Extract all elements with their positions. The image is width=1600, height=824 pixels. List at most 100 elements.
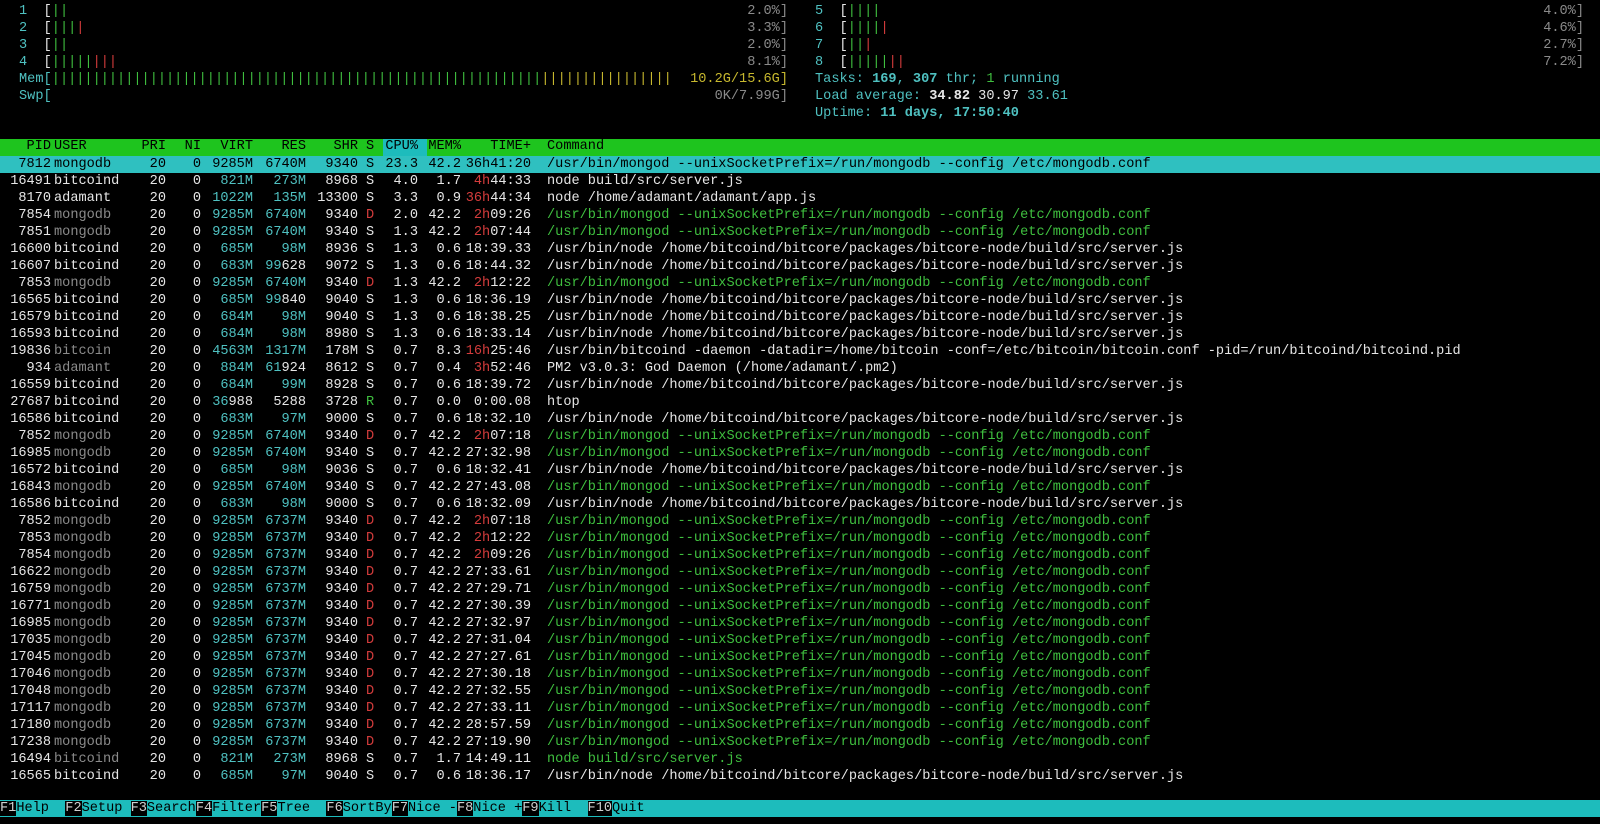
process-row[interactable]: 17048 mongodb 20 0 9285M 6737M 9340 D 0.7 42.2 27:…	[0, 683, 1600, 700]
process-row[interactable]: 16586 bitcoind 20 0 683M 98M 9000 S 0.7 0.6 18:32.…	[0, 496, 1600, 513]
mem-bar-used: ||||||||||||||||||||||||||||||||||||||||…	[51, 72, 542, 87]
header-col-user[interactable]: USER	[54, 139, 87, 154]
process-ni: 0	[192, 259, 201, 274]
process-shr: 9040	[325, 293, 358, 308]
process-row[interactable]: 16843 mongodb 20 0 9285M 6740M 9340 S 0.7 42.2 27:…	[0, 479, 1600, 496]
process-row[interactable]: 16491 bitcoind 20 0 821M 273M 8968 S 4.0 1.7 4h44:…	[0, 173, 1600, 190]
fkey-f8[interactable]: F8	[456, 801, 474, 816]
mem-label: Mem[	[19, 72, 52, 87]
process-row[interactable]: 7854 mongodb 20 0 9285M 6737M 9340 D 0.7 42.2 2h09…	[0, 547, 1600, 564]
uptime: Uptime: 11 days, 17:50:40	[815, 105, 1019, 122]
process-row[interactable]: 16607 bitcoind 20 0 683M 99628 9072 S 1.3 0.6 18:4…	[0, 258, 1600, 275]
process-shr: 9340	[325, 429, 358, 444]
process-row[interactable]: 17117 mongodb 20 0 9285M 6737M 9340 D 0.7 42.2 27:…	[0, 700, 1600, 717]
process-command: node build/src/server.js	[547, 174, 743, 189]
header-col-virt[interactable]: VIRT	[220, 139, 253, 154]
fkey-f10[interactable]: F10	[587, 801, 613, 816]
fkey-label-setup[interactable]: Setup	[82, 801, 131, 816]
process-pid: 7854	[18, 208, 51, 223]
process-row[interactable]: 7851 mongodb 20 0 9285M 6740M 9340 S 1.3 42.2 2h07…	[0, 224, 1600, 241]
fkey-f1[interactable]: F1	[0, 801, 17, 816]
header-col-ni[interactable]: NI	[185, 139, 201, 154]
process-shr: 9340	[325, 514, 358, 529]
process-row[interactable]: 17035 mongodb 20 0 9285M 6737M 9340 D 0.7 42.2 27:…	[0, 632, 1600, 649]
process-row[interactable]: 16565 bitcoind 20 0 685M 99840 9040 S 1.3 0.6 18:3…	[0, 292, 1600, 309]
process-virt: 9285M	[212, 514, 253, 529]
process-row[interactable]: 16985 mongodb 20 0 9285M 6740M 9340 S 0.7 42.2 27:…	[0, 445, 1600, 462]
process-time: 27:43.08	[465, 480, 531, 495]
fkey-label-help[interactable]: Help	[16, 801, 65, 816]
cpu-percent: 8.1%]	[747, 55, 788, 70]
process-row[interactable]: 16600 bitcoind 20 0 685M 98M 8936 S 1.3 0.6 18:39.…	[0, 241, 1600, 258]
process-row[interactable]: 16559 bitcoind 20 0 684M 99M 8928 S 0.7 0.6 18:39.…	[0, 377, 1600, 394]
fkey-label-quit[interactable]: Quit	[612, 801, 645, 816]
time-hours: 36h	[465, 191, 491, 206]
process-mem: 0.6	[436, 327, 461, 342]
function-key-bar: F1Help F2Setup F3SearchF4FilterF5Tree F6…	[0, 800, 1600, 817]
process-cpu: 23.3	[385, 157, 418, 172]
fkey-f9[interactable]: F9	[522, 801, 539, 816]
process-shr: 9340	[325, 531, 358, 546]
fkey-f6[interactable]: F6	[326, 801, 343, 816]
process-pri: 20	[149, 667, 166, 682]
process-row[interactable]: 16985 mongodb 20 0 9285M 6737M 9340 D 0.7 42.2 27:…	[0, 615, 1600, 632]
process-state: S	[366, 463, 375, 478]
fkey-label-kill[interactable]: Kill	[539, 801, 588, 816]
process-row[interactable]: 16572 bitcoind 20 0 685M 98M 9036 S 0.7 0.6 18:32.…	[0, 462, 1600, 479]
process-row[interactable]: 16593 bitcoind 20 0 684M 98M 8980 S 1.3 0.6 18:33.…	[0, 326, 1600, 343]
fkey-label-tree[interactable]: Tree	[277, 801, 326, 816]
header-col-state[interactable]: S	[366, 139, 374, 154]
fkey-label-nice-[interactable]: Nice -	[408, 801, 457, 816]
process-row[interactable]: 7852 mongodb 20 0 9285M 6737M 9340 D 0.7 42.2 2h07…	[0, 513, 1600, 530]
process-row[interactable]: 16579 bitcoind 20 0 684M 98M 9040 S 1.3 0.6 18:38.…	[0, 309, 1600, 326]
header-col-command[interactable]: Command	[547, 139, 604, 154]
process-row[interactable]: 16759 mongodb 20 0 9285M 6737M 9340 D 0.7 42.2 27:…	[0, 581, 1600, 598]
process-row[interactable]: 934 adamant 20 0 884M 61924 8612 S 0.7 0.4 3h52:46…	[0, 360, 1600, 377]
fkey-label-filter[interactable]: Filter	[212, 801, 261, 816]
header-col-pri[interactable]: PRI	[142, 139, 166, 154]
process-row[interactable]: 7853 mongodb 20 0 9285M 6740M 9340 D 1.3 42.2 2h12…	[0, 275, 1600, 292]
process-mem: 42.2	[428, 667, 461, 682]
fkey-f3[interactable]: F3	[130, 801, 147, 816]
process-row[interactable]: 8170 adamant 20 0 1022M 135M 13300 S 3.3 0.9 36h44…	[0, 190, 1600, 207]
process-ni: 0	[192, 446, 201, 461]
process-row[interactable]: 16565 bitcoind 20 0 685M 97M 9040 S 0.7 0.6 18:36.…	[0, 768, 1600, 785]
process-row[interactable]: 7812 mongodb 20 0 9285M 6740M 9340 S 23.3 42.2 36h…	[0, 156, 1600, 173]
process-table-header[interactable]: PID USER PRI NI VIRT RES SHR S CPU% MEM% TIME+ Comm…	[0, 139, 1600, 156]
process-row[interactable]: 7853 mongodb 20 0 9285M 6737M 9340 D 0.7 42.2 2h12…	[0, 530, 1600, 547]
process-row[interactable]: 17045 mongodb 20 0 9285M 6737M 9340 D 0.7 42.2 27:…	[0, 649, 1600, 666]
process-user: mongodb	[54, 480, 112, 495]
process-pri: 20	[149, 531, 166, 546]
header-col-cpu[interactable]: CPU%	[385, 139, 418, 154]
process-row[interactable]: 7854 mongodb 20 0 9285M 6740M 9340 D 2.0 42.2 2h09…	[0, 207, 1600, 224]
fkey-label-nice-[interactable]: Nice +	[473, 801, 522, 816]
process-pid: 16565	[10, 769, 51, 784]
process-row[interactable]: 16771 mongodb 20 0 9285M 6737M 9340 D 0.7 42.2 27:…	[0, 598, 1600, 615]
process-row[interactable]: 17238 mongodb 20 0 9285M 6737M 9340 D 0.7 42.2 27:…	[0, 734, 1600, 751]
header-col-res[interactable]: RES	[282, 139, 306, 154]
header-col-mem[interactable]: MEM%	[428, 139, 461, 154]
process-mem: 8.3	[436, 344, 461, 359]
process-cpu: 0.7	[393, 616, 418, 631]
process-row[interactable]: 16494 bitcoind 20 0 821M 273M 8968 S 0.7 1.7 14:49…	[0, 751, 1600, 768]
process-row[interactable]: 7852 mongodb 20 0 9285M 6740M 9340 D 0.7 42.2 2h07…	[0, 428, 1600, 445]
fkey-f7[interactable]: F7	[391, 801, 409, 816]
process-row[interactable]: 19836 bitcoin 20 0 4563M 1317M 178M S 0.7 8.3 16h2…	[0, 343, 1600, 360]
process-mem: 42.2	[428, 276, 461, 291]
fkey-label-search[interactable]: Search	[147, 801, 196, 816]
header-col-shr[interactable]: SHR	[334, 139, 358, 154]
fkey-f5[interactable]: F5	[261, 801, 278, 816]
process-row[interactable]: 27687 bitcoind 20 0 36988 5288 3728 R 0.7 0.0 0:00…	[0, 394, 1600, 411]
process-row[interactable]: 16622 mongodb 20 0 9285M 6737M 9340 D 0.7 42.2 27:…	[0, 564, 1600, 581]
load-label: Load average:	[815, 89, 930, 104]
process-row[interactable]: 16586 bitcoind 20 0 683M 97M 9000 S 0.7 0.6 18:32.…	[0, 411, 1600, 428]
fkey-label-sortby[interactable]: SortBy	[343, 801, 392, 816]
process-row[interactable]: 17046 mongodb 20 0 9285M 6737M 9340 D 0.7 42.2 27:…	[0, 666, 1600, 683]
process-row[interactable]: 17180 mongodb 20 0 9285M 6737M 9340 D 0.7 42.2 28:…	[0, 717, 1600, 734]
header-col-pid[interactable]: PID	[27, 139, 51, 154]
header-col-time[interactable]: TIME+	[490, 139, 531, 154]
fkey-f2[interactable]: F2	[65, 801, 82, 816]
fkey-f4[interactable]: F4	[195, 801, 213, 816]
process-virt: 884M	[220, 361, 253, 376]
process-ni: 0	[192, 582, 201, 597]
